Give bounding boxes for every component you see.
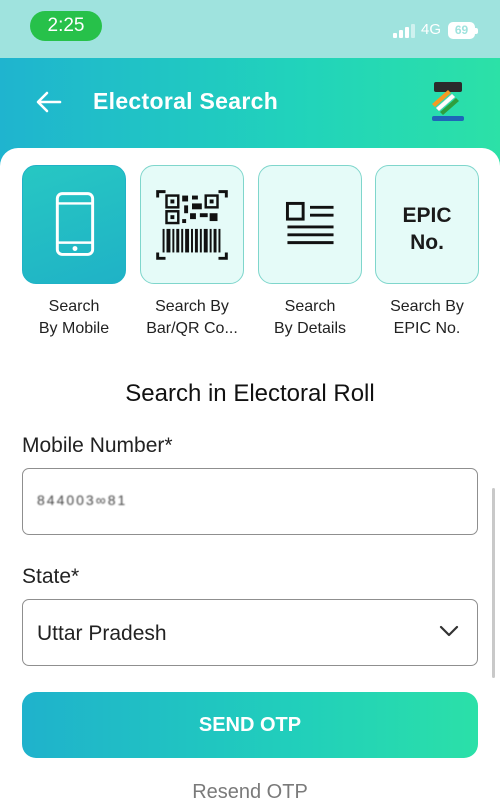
mobile-number-input[interactable]: 844003∞81 bbox=[22, 468, 478, 535]
page-title: Electoral Search bbox=[93, 88, 279, 114]
search-by-mobile-label: Search By Mobile bbox=[38, 298, 110, 337]
mobile-number-value: 844003∞81 bbox=[37, 492, 128, 508]
search-by-mobile-tile[interactable] bbox=[22, 165, 126, 284]
mobile-number-label: Mobile Number* bbox=[22, 434, 173, 457]
state-value: Uttar Pradesh bbox=[37, 622, 167, 645]
search-by-details-label: Search By Details bbox=[273, 298, 347, 337]
section-title: Search in Electoral Roll bbox=[125, 380, 375, 407]
state-select[interactable]: Uttar Pradesh bbox=[22, 599, 478, 666]
chevron-down-icon bbox=[439, 625, 459, 637]
qr-barcode-icon bbox=[156, 190, 228, 260]
resend-otp-link[interactable]: Resend OTP bbox=[0, 781, 500, 804]
status-time: 2:25 bbox=[30, 11, 102, 41]
content-card: Search By Mobile Search By Bar/QR Co... … bbox=[0, 148, 500, 810]
signal-icon bbox=[393, 23, 415, 38]
eci-logo-icon bbox=[428, 78, 468, 124]
search-by-qr-tile[interactable] bbox=[140, 165, 244, 284]
search-by-epic-label: Search By EPIC No. bbox=[390, 298, 464, 337]
search-by-details-tile[interactable] bbox=[258, 165, 362, 284]
search-by-epic-tile[interactable]: EPIC No. bbox=[375, 165, 479, 284]
scrollbar[interactable] bbox=[492, 488, 495, 678]
mobile-phone-icon bbox=[55, 192, 95, 256]
back-arrow-icon[interactable] bbox=[36, 84, 62, 129]
state-label: State* bbox=[22, 565, 80, 588]
search-by-qr-label: Search By Bar/QR Co... bbox=[146, 298, 238, 337]
battery-icon: 69 bbox=[448, 22, 478, 39]
status-bar: 2:25 4G 69 bbox=[0, 0, 500, 58]
details-list-icon bbox=[285, 201, 334, 245]
network-type: 4G bbox=[421, 21, 442, 38]
send-otp-button[interactable]: SEND OTP bbox=[22, 692, 478, 758]
epic-icon-text: EPIC No. bbox=[402, 204, 452, 254]
